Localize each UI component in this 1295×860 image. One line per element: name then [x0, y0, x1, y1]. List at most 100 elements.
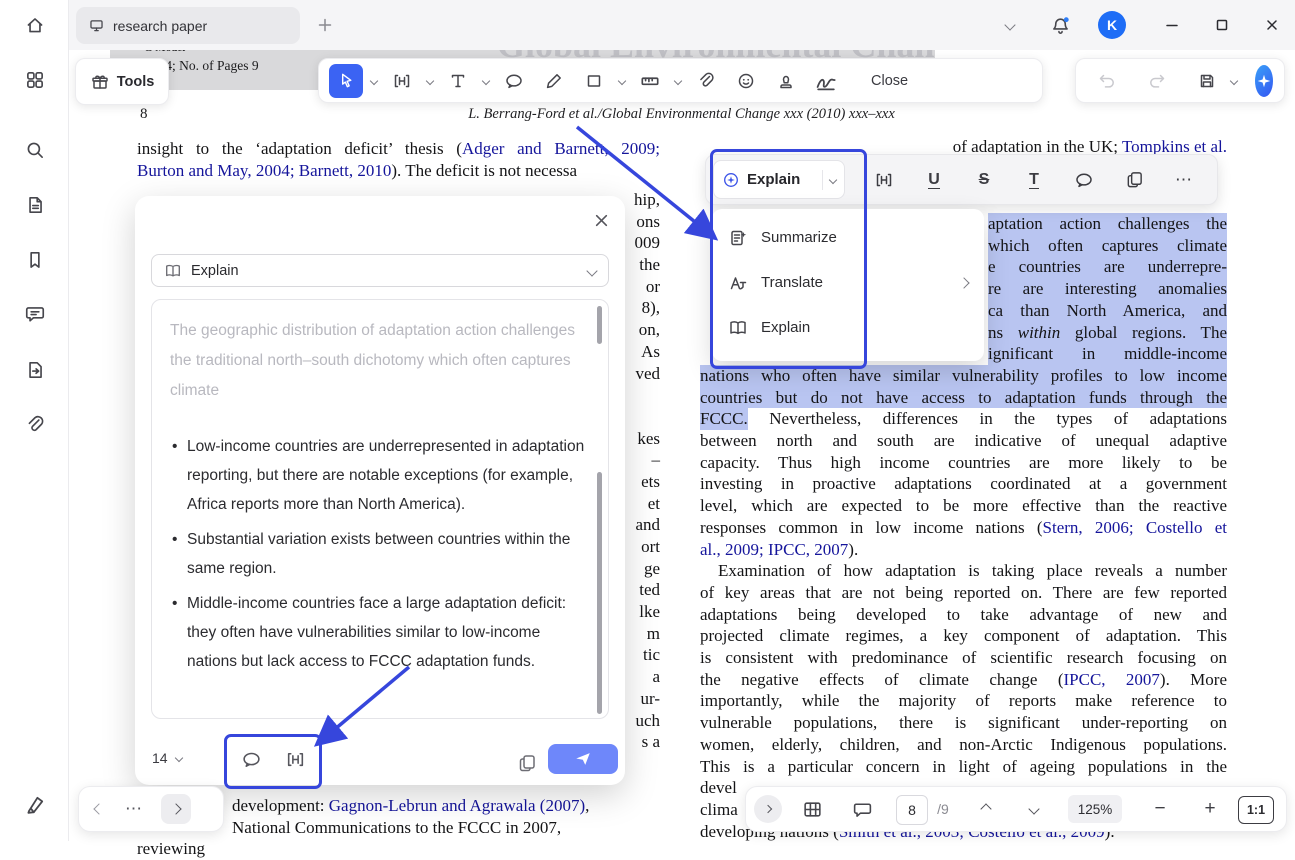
tab-title: research paper — [113, 18, 207, 34]
page-number-input[interactable]: 8 — [896, 795, 928, 825]
font-size-select[interactable]: 14 — [152, 750, 182, 766]
attachment-icon[interactable] — [23, 413, 47, 437]
dialog-insert-icons — [234, 742, 312, 776]
comments-icon[interactable] — [23, 302, 47, 326]
ink-pen-icon[interactable] — [23, 793, 47, 817]
sticker-tool-button[interactable] — [729, 64, 763, 98]
save-chevron[interactable] — [1229, 78, 1239, 84]
save-button[interactable] — [1190, 64, 1224, 98]
pdf-text-line: responses common in low income nations (… — [700, 517, 1227, 539]
previous-page-button[interactable] — [968, 787, 1004, 831]
dialog-text-area[interactable]: The geographic distribution of adaptatio… — [151, 299, 609, 719]
dialog-bullet: Substantial variation exists between cou… — [170, 525, 590, 583]
apps-grid-icon[interactable] — [23, 68, 47, 92]
window-close-button[interactable] — [1260, 13, 1284, 37]
annotation-toolbar: Close — [318, 58, 1043, 103]
stamp-tool-button[interactable] — [769, 64, 803, 98]
highlight-tool-chevron[interactable] — [425, 78, 435, 84]
pdf-text-line: Examination of how adaptation is taking … — [700, 560, 1227, 582]
ai-assistant-button[interactable] — [1255, 65, 1273, 97]
tab-research-paper[interactable]: research paper — [76, 7, 300, 44]
next-page-button[interactable] — [161, 794, 191, 824]
pdf-text-line: importantly, while the majority of repor… — [700, 690, 1227, 712]
pdf-text-line: vulnerable populations, there is signifi… — [700, 712, 1227, 734]
shape-tool-button[interactable] — [577, 64, 611, 98]
menu-item-summarize[interactable]: Summarize — [712, 215, 984, 260]
zoom-out-button[interactable]: − — [1142, 787, 1178, 831]
select-tool-chevron[interactable] — [369, 78, 379, 84]
pdf-text-line: level, which are expected to be more eff… — [700, 495, 1227, 517]
undo-button[interactable] — [1090, 64, 1124, 98]
window-minimize-button[interactable] — [1160, 13, 1184, 37]
home-icon[interactable] — [23, 13, 47, 37]
signature-tool-button[interactable] — [809, 64, 843, 98]
zoom-level-select[interactable]: 125% — [1068, 795, 1122, 823]
add-comment-icon[interactable] — [234, 742, 268, 776]
thumbnail-view-icon[interactable] — [794, 787, 830, 831]
close-edit-button[interactable]: Close — [861, 67, 918, 95]
copy-icon[interactable] — [510, 746, 544, 780]
pen-tool-button[interactable] — [537, 64, 571, 98]
explain-button-chevron[interactable] — [829, 175, 837, 183]
attach-tool-button[interactable] — [689, 64, 723, 98]
prev-page-chevron[interactable] — [95, 800, 103, 818]
popup-text-icon[interactable]: T — [1017, 163, 1051, 197]
actual-size-button[interactable]: 1:1 — [1238, 796, 1274, 824]
pdf-text-line: nations who often have similar vulnerabi… — [700, 365, 1227, 387]
pdf-text-line: the negative effects of climate change (… — [700, 669, 1227, 691]
redo-button[interactable] — [1140, 64, 1174, 98]
measure-tool-button[interactable] — [633, 64, 667, 98]
tab-bar: research paper K — [68, 0, 1295, 50]
shape-tool-chevron[interactable] — [617, 78, 627, 84]
pdf-text-line: women, elderly, children, and non-Arctic… — [700, 734, 1227, 756]
book-icon — [164, 262, 182, 280]
expand-panel-button[interactable] — [754, 795, 782, 823]
comment-tool-button[interactable] — [497, 64, 531, 98]
measure-tool-chevron[interactable] — [673, 78, 683, 84]
popup-underline-icon[interactable]: U — [917, 163, 951, 197]
insert-highlight-icon[interactable] — [278, 742, 312, 776]
menu-item-explain[interactable]: Explain — [712, 305, 984, 350]
pdf-left-column: insight to the ‘adaptation deficit’ thes… — [137, 138, 660, 181]
tabs-dropdown-chevron[interactable] — [998, 13, 1022, 37]
ai-actions-menu: Summarize Translate Explain — [712, 209, 984, 361]
explain-button-label: Explain — [747, 171, 815, 188]
tools-button[interactable]: Tools — [75, 58, 169, 105]
user-avatar[interactable]: K — [1098, 11, 1126, 39]
next-page-button-2[interactable] — [1016, 787, 1052, 831]
pages-icon[interactable] — [23, 193, 47, 217]
scrollbar-thumb-top[interactable] — [597, 306, 602, 344]
popup-copy-icon[interactable] — [1117, 163, 1151, 197]
dialog-mode-select[interactable]: Explain — [151, 254, 609, 287]
popup-comment-icon[interactable] — [1067, 163, 1101, 197]
history-save-toolbar — [1075, 58, 1285, 103]
scrollbar-thumb[interactable] — [597, 472, 602, 714]
bookmark-icon[interactable] — [23, 248, 47, 272]
explain-book-icon — [728, 318, 748, 338]
popup-highlight-icon[interactable] — [867, 163, 901, 197]
explain-button[interactable]: Explain — [713, 160, 845, 199]
pdf-text-line: Burton and May, 2004; Barnett, 2010). Th… — [137, 160, 660, 182]
select-tool-button[interactable] — [329, 64, 363, 98]
text-tool-button[interactable] — [441, 64, 475, 98]
window-maximize-button[interactable] — [1210, 13, 1234, 37]
zoom-in-button[interactable]: + — [1192, 787, 1228, 831]
text-tool-chevron[interactable] — [481, 78, 491, 84]
popup-more-icon[interactable]: ⋯ — [1167, 163, 1201, 197]
ai-sparkle-icon — [722, 171, 740, 189]
page-export-icon[interactable] — [23, 358, 47, 382]
font-size-value: 14 — [152, 750, 168, 766]
dialog-bullet: Middle-income countries face a large ada… — [170, 589, 590, 676]
dialog-close-icon[interactable] — [591, 210, 611, 230]
send-button[interactable] — [548, 744, 618, 774]
menu-item-translate[interactable]: Translate — [712, 260, 984, 305]
highlight-tool-button[interactable] — [385, 64, 419, 98]
new-tab-button[interactable] — [313, 13, 337, 37]
search-icon[interactable] — [23, 138, 47, 162]
notification-bell-icon[interactable] — [1048, 13, 1072, 37]
popup-strikethrough-icon[interactable]: S — [967, 163, 1001, 197]
summarize-icon — [728, 228, 748, 248]
annotations-panel-icon[interactable] — [844, 787, 880, 831]
translate-icon — [728, 273, 748, 293]
more-pages-icon[interactable]: ⋯ — [125, 799, 143, 819]
